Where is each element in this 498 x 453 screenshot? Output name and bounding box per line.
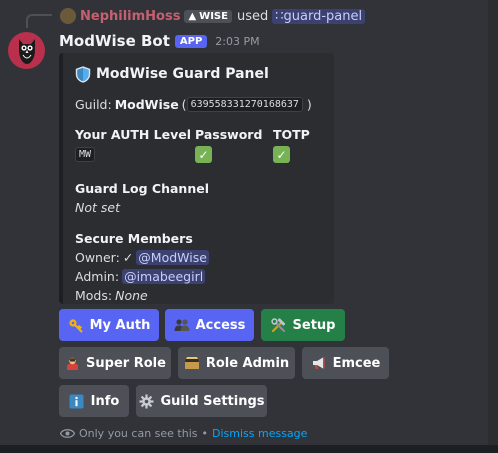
- owner-line: Owner: ✓ @ModWise: [75, 248, 322, 267]
- my-auth-button[interactable]: My Auth: [59, 309, 159, 341]
- user-avatar-mini[interactable]: [60, 8, 76, 24]
- guild-id-close: ): [302, 96, 312, 112]
- auth-level-label: Your AUTH Level: [75, 127, 192, 142]
- totp-field: TOTP ✓: [273, 127, 310, 163]
- log-channel-label: Guard Log Channel: [75, 181, 209, 196]
- guild-label: Guild:: [75, 96, 112, 112]
- info-label: Info: [90, 393, 120, 409]
- shield-icon: [75, 65, 91, 83]
- secure-members-block: Secure Members Owner: ✓ @ModWise Admin: …: [75, 229, 322, 305]
- users-icon: [174, 317, 190, 333]
- app-badge: APP: [174, 34, 208, 48]
- totp-label: TOTP: [273, 127, 310, 142]
- chat-frame: NephilimHoss ▲ WISE used ∷guard-panel Mo…: [0, 0, 498, 453]
- setup-label: Setup: [292, 317, 336, 333]
- dismiss-link[interactable]: Dismiss message: [212, 427, 307, 440]
- owner-mention[interactable]: @ModWise: [136, 250, 209, 265]
- guild-id: 639558331270168637: [186, 96, 303, 112]
- timestamp: 2:03 PM: [215, 34, 260, 48]
- emcee-button[interactable]: Emcee: [302, 347, 389, 379]
- guild-name: ModWise: [114, 96, 179, 112]
- bot-name[interactable]: ModWise Bot: [59, 32, 170, 50]
- role-admin-button[interactable]: Role Admin: [178, 347, 295, 379]
- log-channel-value: Not set: [75, 200, 120, 215]
- mods-value: None: [115, 288, 148, 303]
- superhero-icon: [64, 355, 80, 371]
- droplet-icon: ▲: [188, 10, 197, 22]
- role-admin-label: Role Admin: [205, 355, 290, 371]
- secure-members-label-line: Secure Members: [75, 229, 322, 248]
- mods-label: Mods:: [75, 288, 113, 303]
- eye-icon: [60, 428, 75, 438]
- check-mark-icon: ✓: [273, 146, 290, 163]
- secure-members-label: Secure Members: [75, 231, 193, 246]
- info-icon: [69, 393, 85, 409]
- reply-spine: [26, 14, 52, 28]
- info-button[interactable]: Info: [59, 385, 129, 417]
- embed-title: ModWise Guard Panel: [75, 65, 322, 83]
- access-label: Access: [195, 317, 246, 333]
- auth-level-field: Your AUTH Level MW: [75, 127, 191, 163]
- user-tag-text: WISE: [199, 10, 228, 22]
- guild-id-open: (: [181, 96, 187, 112]
- password-label: Password: [195, 127, 263, 142]
- mods-line: Mods: None: [75, 286, 322, 305]
- emcee-label: Emcee: [332, 355, 381, 371]
- bot-avatar[interactable]: [8, 32, 45, 69]
- totp-value-wrap: ✓: [273, 146, 310, 163]
- command-name[interactable]: ∷guard-panel: [272, 8, 366, 24]
- command-user[interactable]: NephilimHoss: [80, 9, 180, 24]
- check-mark-icon: ✓: [195, 146, 212, 163]
- owner-label: Owner:: [75, 250, 120, 265]
- slash-command-icon: ∷: [275, 8, 284, 24]
- scroll-rail[interactable]: [488, 0, 498, 453]
- guild-settings-button[interactable]: Guild Settings: [136, 385, 267, 417]
- admin-line: Admin: @imabeegirl: [75, 267, 322, 286]
- ephemeral-notice: Only you can see this • Dismiss message: [60, 425, 307, 441]
- auth-level-value-wrap: MW: [75, 146, 191, 163]
- megaphone-icon: [311, 355, 327, 371]
- command-line: NephilimHoss ▲ WISE used ∷guard-panel: [60, 6, 366, 26]
- only-you-text: Only you can see this: [79, 426, 198, 440]
- user-tag: ▲ WISE: [184, 9, 232, 23]
- guild-line: Guild: ModWise ( 639558331270168637 ): [75, 95, 322, 113]
- admin-label: Admin:: [75, 269, 120, 284]
- owl-icon: [18, 38, 35, 64]
- guard-panel-embed: ModWise Guard Panel Guild: ModWise ( 639…: [59, 53, 334, 304]
- access-button[interactable]: Access: [165, 309, 254, 341]
- card-index-icon: [184, 355, 200, 371]
- super-role-button[interactable]: Super Role: [59, 347, 171, 379]
- embed-title-text: ModWise Guard Panel: [96, 66, 269, 82]
- log-channel-label-line: Guard Log Channel: [75, 179, 322, 198]
- bottom-bar: [0, 445, 498, 453]
- guild-settings-label: Guild Settings: [160, 393, 265, 409]
- key-icon: [68, 317, 84, 333]
- super-role-label: Super Role: [86, 355, 166, 371]
- setup-button[interactable]: Setup: [261, 309, 345, 341]
- log-channel-value-line: Not set: [75, 198, 322, 217]
- used-text: used: [236, 8, 269, 24]
- command-name-text: guard-panel: [283, 8, 363, 24]
- footer-separator: •: [201, 426, 209, 440]
- admin-mention[interactable]: @imabeegirl: [122, 269, 206, 284]
- password-value-wrap: ✓: [195, 146, 262, 163]
- my-auth-label: My Auth: [89, 317, 151, 333]
- password-field: Password ✓: [195, 127, 262, 163]
- auth-fields: Your AUTH Level MW Password ✓ TOTP ✓: [75, 127, 322, 167]
- tools-icon: [271, 317, 287, 333]
- owner-check: ✓: [122, 250, 134, 265]
- log-channel-block: Guard Log Channel Not set: [75, 179, 322, 217]
- gear-icon: [138, 393, 154, 409]
- message-header: ModWise Bot APP 2:03 PM: [59, 31, 260, 51]
- auth-level-value: MW: [75, 147, 96, 162]
